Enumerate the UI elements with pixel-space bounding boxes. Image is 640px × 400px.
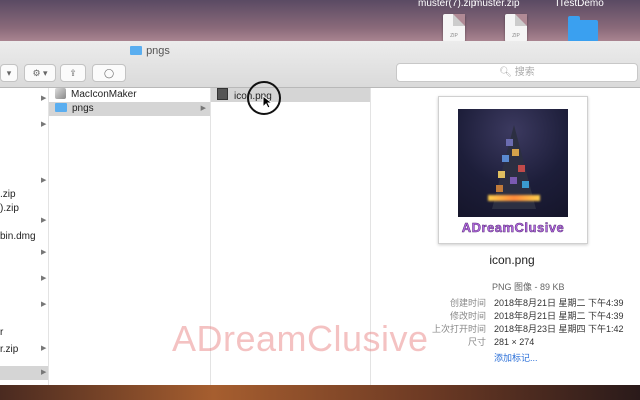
share-button[interactable]: ⇪ (60, 64, 86, 82)
chevron-right-icon: ▶ (41, 275, 47, 282)
tower-photo (458, 109, 568, 217)
selected-row[interactable]: ▶ (0, 366, 48, 380)
desktop-label-1: muster(7).zip (418, 0, 477, 9)
preview-file-name: icon.png (489, 253, 535, 267)
chevron-right-icon: ▶ (41, 249, 47, 256)
overlay-watermark: ADreamClusive (172, 318, 429, 359)
preview-image: ADreamClusive (438, 96, 588, 244)
toolbar: pngs ▾ ⚙ ▾ ⇪ ◯ 🔍︎ 搜索 (0, 41, 640, 88)
chevron-down-icon: ▾ (43, 68, 48, 78)
desktop-label-3: ITestDemo (556, 0, 604, 9)
action-button[interactable]: ⚙ ▾ (24, 64, 56, 82)
dock (0, 385, 640, 400)
chevron-right-icon: ▶ (41, 121, 47, 128)
image-watermark: ADreamClusive (461, 220, 565, 236)
chevron-right-icon: ▶ (41, 369, 47, 376)
search-icon: 🔍︎ (499, 67, 512, 78)
list-item-pngs[interactable]: pngs ▶ (49, 102, 210, 116)
desktop-label-2: muster.zip (474, 0, 520, 9)
folder-icon (55, 103, 67, 112)
desktop-folder-icon[interactable] (568, 16, 598, 42)
chevron-right-icon: ▶ (200, 105, 206, 112)
window-title: pngs (0, 45, 300, 57)
tag-icon: ◯ (103, 68, 115, 78)
add-tags-link[interactable]: 添加标记... (494, 351, 538, 364)
list-item[interactable]: .zip (0, 188, 16, 202)
search-input[interactable]: 🔍︎ 搜索 (396, 63, 638, 82)
list-item-maciconmaker[interactable]: MacIconMaker (49, 88, 210, 102)
png-file-icon (217, 88, 228, 100)
list-item[interactable]: ).zip (0, 202, 19, 216)
chevron-right-icon: ▶ (41, 95, 47, 102)
tag-button[interactable]: ◯ (92, 64, 126, 82)
preview-kind-size: PNG 图像 - 89 KB (492, 282, 565, 292)
share-icon: ⇪ (69, 68, 77, 78)
view-options-button[interactable]: ▾ (0, 64, 18, 82)
chevron-right-icon: ▶ (41, 177, 47, 184)
list-item[interactable]: bin.dmg (0, 230, 36, 244)
chevron-right-icon: ▶ (41, 217, 47, 224)
meta-created: 创建时间 2018年8月21日 星期二 下午4:39 (449, 298, 624, 308)
gear-icon: ⚙ (32, 68, 41, 78)
cursor-icon (262, 95, 272, 109)
desktop-file-icon[interactable]: ZIP (505, 14, 527, 42)
app-icon (55, 88, 66, 99)
list-item-icon-png[interactable]: icon.png (211, 88, 370, 102)
folder-icon (130, 46, 143, 55)
desktop-file-icon[interactable]: ZIP (443, 14, 465, 42)
